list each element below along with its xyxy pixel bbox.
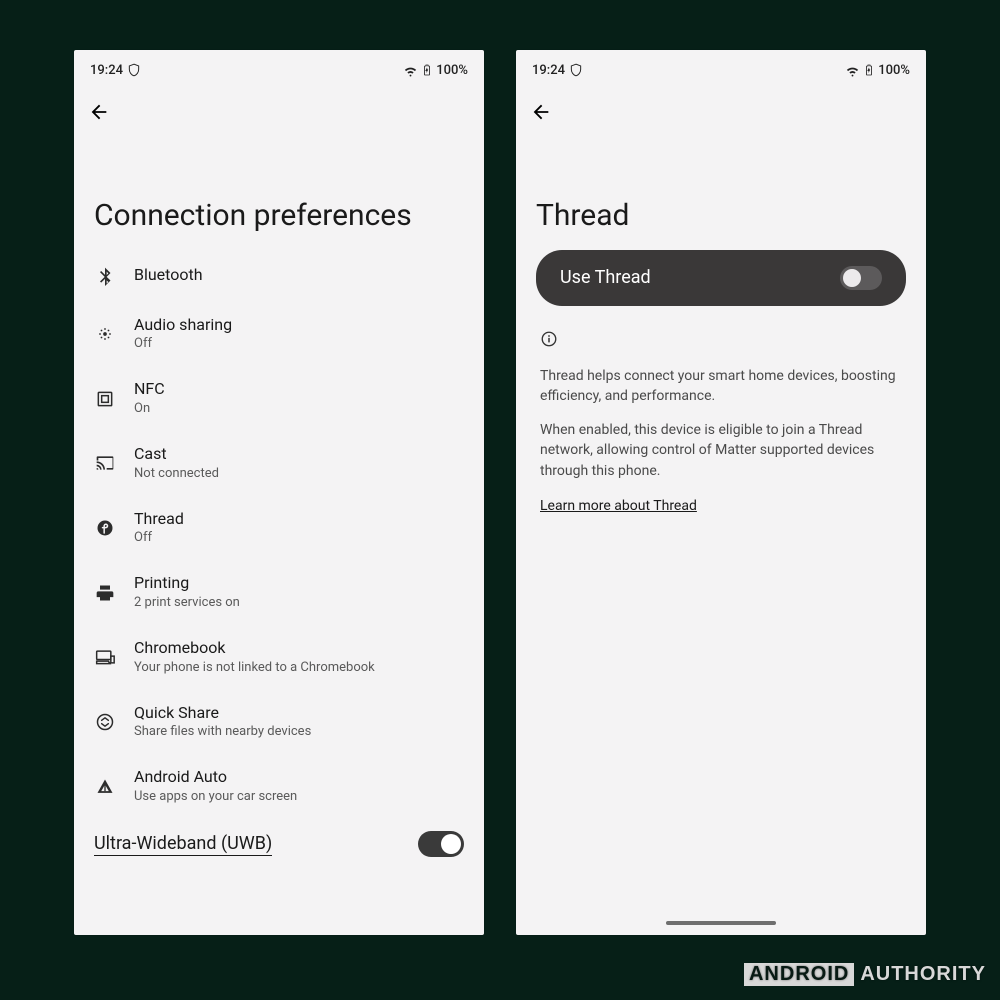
- thread-icon: [94, 517, 116, 539]
- shield-icon: [127, 63, 141, 77]
- shield-icon: [569, 63, 583, 77]
- status-time: 19:24: [90, 63, 123, 78]
- screenshot-thread: 19:24 100% Thread Use Thread Thread help…: [516, 50, 926, 935]
- print-icon: [94, 582, 116, 604]
- status-battery: 100%: [436, 63, 468, 78]
- learn-more-link[interactable]: Learn more about Thread: [540, 498, 697, 514]
- settings-item-quickshare[interactable]: Quick ShareShare files with nearby devic…: [74, 690, 484, 755]
- bluetooth-icon: [94, 265, 116, 287]
- item-title: Android Auto: [134, 767, 297, 788]
- item-subtitle: Off: [134, 336, 232, 353]
- nfc-icon: [94, 388, 116, 410]
- settings-item-androidauto[interactable]: Android AutoUse apps on your car screen: [74, 754, 484, 819]
- info-icon: [540, 333, 558, 352]
- settings-item-thread[interactable]: ThreadOff: [74, 496, 484, 561]
- item-title: Chromebook: [134, 638, 375, 659]
- item-subtitle: Your phone is not linked to a Chromebook: [134, 660, 375, 677]
- uwb-row[interactable]: Ultra-Wideband (UWB): [74, 819, 484, 857]
- settings-item-bluetooth[interactable]: Bluetooth: [74, 250, 484, 302]
- settings-list: BluetoothAudio sharingOffNFCOnCastNot co…: [74, 250, 484, 820]
- item-title: Quick Share: [134, 703, 311, 724]
- page-title: Connection preferences: [74, 127, 484, 250]
- quickshare-icon: [94, 711, 116, 733]
- battery-icon: [421, 62, 433, 78]
- back-button[interactable]: [87, 100, 111, 124]
- item-title: Audio sharing: [134, 315, 232, 336]
- page-title: Thread: [516, 127, 926, 250]
- settings-item-nfc[interactable]: NFCOn: [74, 366, 484, 431]
- cast-icon: [94, 452, 116, 474]
- status-bar: 19:24 100%: [74, 50, 484, 82]
- item-subtitle: Use apps on your car screen: [134, 789, 297, 806]
- wifi-icon: [403, 63, 418, 78]
- watermark: ANDROIDAUTHORITY: [744, 963, 986, 986]
- battery-icon: [863, 62, 875, 78]
- arrow-back-icon: [88, 101, 110, 123]
- settings-item-print[interactable]: Printing2 print services on: [74, 560, 484, 625]
- item-subtitle: Not connected: [134, 466, 219, 483]
- item-title: NFC: [134, 379, 165, 400]
- uwb-label: Ultra-Wideband (UWB): [94, 833, 272, 856]
- item-title: Cast: [134, 444, 219, 465]
- settings-item-cast[interactable]: CastNot connected: [74, 431, 484, 496]
- audioshare-icon: [94, 323, 116, 345]
- chromebook-icon: [94, 646, 116, 668]
- use-thread-toggle[interactable]: [840, 266, 882, 290]
- wifi-icon: [845, 63, 860, 78]
- thread-info-text: Thread helps connect your smart home dev…: [540, 366, 902, 481]
- item-title: Bluetooth: [134, 265, 203, 286]
- gesture-nav-bar: [516, 921, 926, 925]
- back-button[interactable]: [529, 100, 553, 124]
- androidauto-icon: [94, 776, 116, 798]
- use-thread-pill[interactable]: Use Thread: [536, 250, 906, 306]
- settings-item-audioshare[interactable]: Audio sharingOff: [74, 302, 484, 367]
- status-bar: 19:24 100%: [516, 50, 926, 82]
- item-title: Printing: [134, 573, 240, 594]
- uwb-toggle[interactable]: [418, 831, 464, 857]
- item-subtitle: Off: [134, 530, 184, 547]
- item-subtitle: 2 print services on: [134, 595, 240, 612]
- status-time: 19:24: [532, 63, 565, 78]
- settings-item-chromebook[interactable]: ChromebookYour phone is not linked to a …: [74, 625, 484, 690]
- item-subtitle: Share files with nearby devices: [134, 724, 311, 741]
- status-battery: 100%: [878, 63, 910, 78]
- item-title: Thread: [134, 509, 184, 530]
- screenshot-connection-preferences: 19:24 100% Connection preferences Blueto…: [74, 50, 484, 935]
- arrow-back-icon: [530, 101, 552, 123]
- item-subtitle: On: [134, 401, 165, 418]
- use-thread-label: Use Thread: [560, 267, 651, 288]
